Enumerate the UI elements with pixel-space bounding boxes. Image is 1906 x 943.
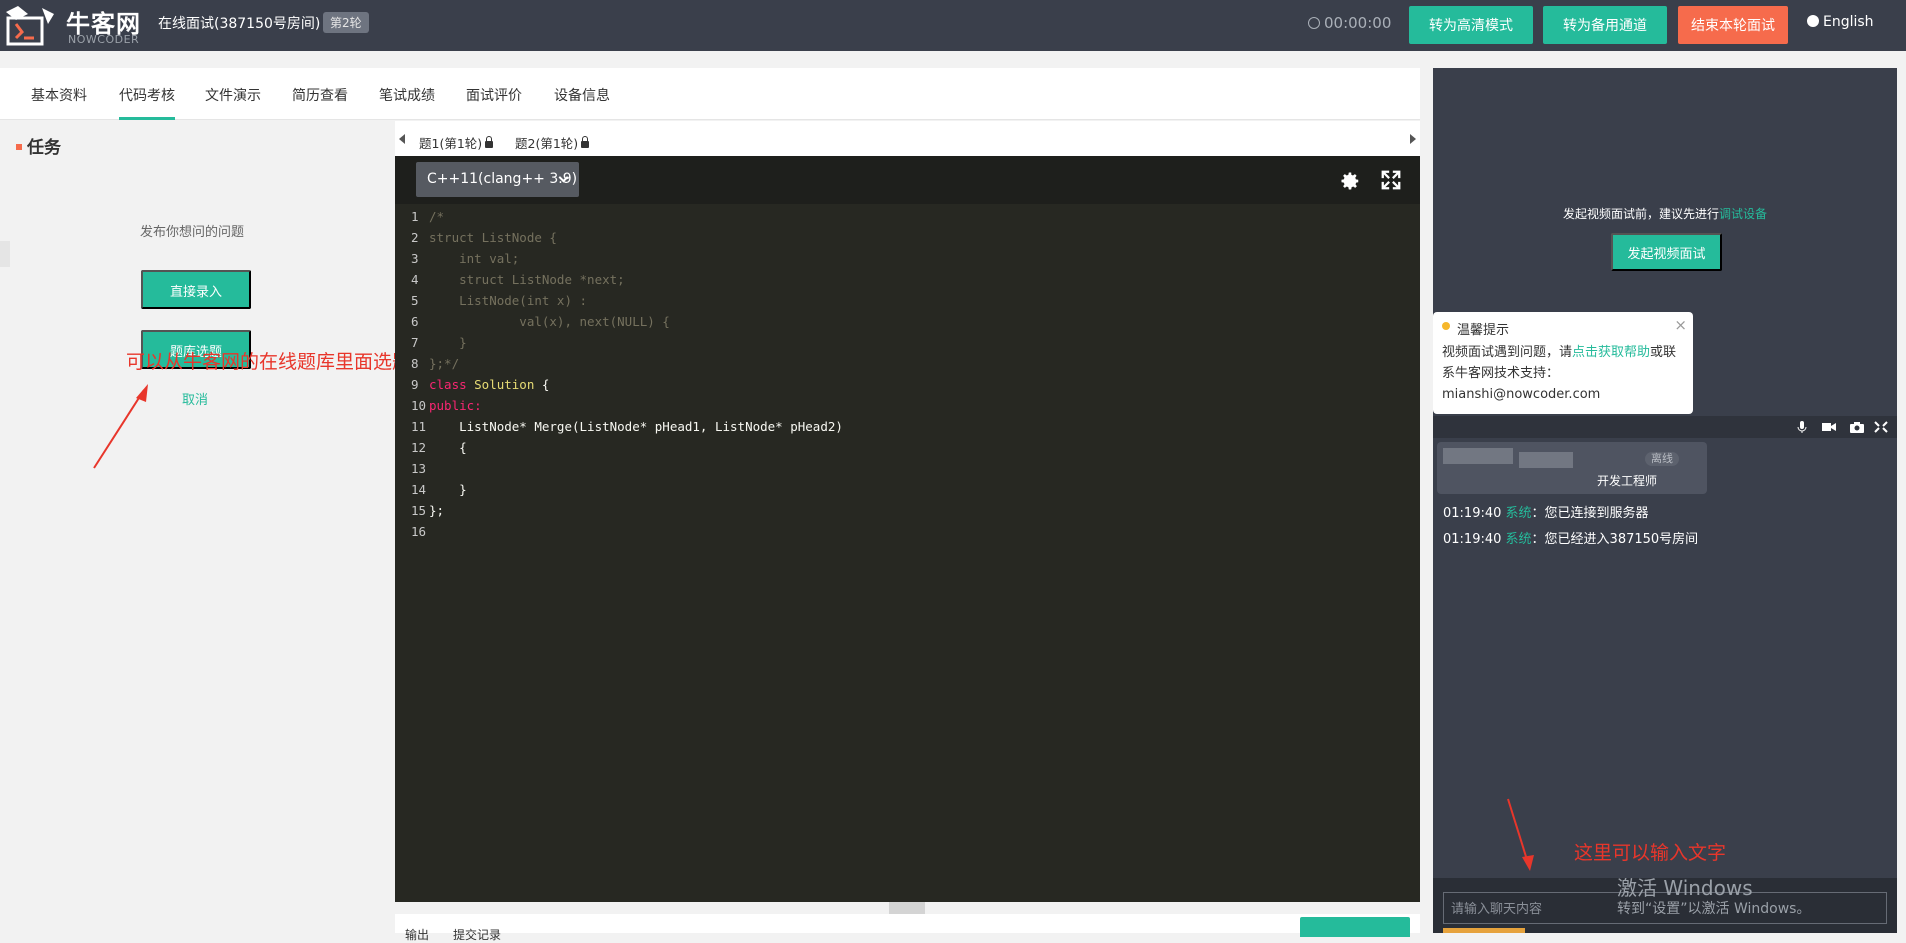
- globe-icon: [1807, 15, 1819, 27]
- language-switch[interactable]: English: [1807, 14, 1874, 30]
- status-badge: 离线: [1645, 452, 1679, 466]
- help-link[interactable]: 点击获取帮助: [1572, 345, 1650, 360]
- annotation-chat-input: 这里可以输入文字: [1574, 842, 1727, 864]
- code-editor[interactable]: 1/* 2 struct ListNode { 3 int val; 4 stru…: [395, 204, 1420, 902]
- chat-message: 01:19:40 系统：您已经进入387150号房间: [1443, 528, 1698, 547]
- interview-timer: 00:00:00: [1308, 14, 1391, 32]
- chat-message: 01:19:40 系统：您已连接到服务器: [1443, 502, 1649, 521]
- panel-collapse-handle[interactable]: [0, 241, 10, 267]
- message-time: 01:19:40: [1443, 506, 1502, 521]
- round-badge: 第2轮: [323, 12, 369, 33]
- bulb-icon: [1442, 322, 1450, 330]
- logo-icon: [6, 6, 54, 46]
- scroll-left-icon[interactable]: [399, 134, 405, 144]
- message-text: ：您已连接到服务器: [1531, 506, 1649, 521]
- message-time: 01:19:40: [1443, 532, 1502, 547]
- bottom-indicator: [1443, 928, 1525, 933]
- video-hint-text: 发起视频面试前，建议先进行: [1563, 207, 1720, 221]
- tab-output[interactable]: 输出: [405, 926, 429, 943]
- room-title: 在线面试(387150号房间): [158, 16, 321, 32]
- gear-icon[interactable]: [1339, 170, 1361, 192]
- task-hint: 发布你想问的问题: [140, 225, 245, 240]
- task-heading: 任务: [16, 133, 61, 158]
- blurred-name: [1519, 452, 1573, 468]
- tip-title: 温馨提示: [1457, 323, 1510, 338]
- submit-run-button[interactable]: [1300, 917, 1410, 937]
- clock-icon: [1308, 17, 1320, 29]
- question-tab-1[interactable]: 题1(第1轮): [419, 133, 494, 152]
- tab-code-review[interactable]: 代码考核: [119, 85, 175, 105]
- main-tabs: 基本资料 代码考核 文件演示 简历查看 笔试成绩 面试评价 设备信息: [0, 68, 1420, 120]
- language-label: English: [1823, 14, 1874, 30]
- nowcoder-logo[interactable]: 牛客网 NOWCODER: [0, 0, 150, 51]
- close-icon[interactable]: ×: [1674, 316, 1687, 334]
- tab-submit-history[interactable]: 提交记录: [453, 926, 501, 943]
- start-video-button[interactable]: 发起视频面试: [1611, 233, 1722, 271]
- fullscreen-icon[interactable]: [1874, 421, 1888, 433]
- video-controls: [1433, 416, 1897, 438]
- question-tab-2[interactable]: 题2(第1轮): [515, 133, 590, 152]
- language-select[interactable]: C++11(clang++ 3.9): [416, 162, 579, 197]
- active-tab-indicator: [119, 117, 175, 120]
- tab-resume[interactable]: 简历查看: [292, 85, 348, 105]
- question-tabs: 题1(第1轮) 题2(第1轮): [395, 121, 1420, 156]
- editor-toolbar: C++11(clang++ 3.9): [395, 156, 1420, 204]
- top-header: 牛客网 NOWCODER 在线面试(387150号房间) 第2轮 00:00:0…: [0, 0, 1906, 51]
- backup-channel-button[interactable]: 转为备用通道: [1543, 6, 1667, 44]
- video-area: 发起视频面试前，建议先进行调试设备 发起视频面试 温馨提示 × 视频面试遇到问题…: [1433, 68, 1897, 416]
- question-tab-label: 题2(第1轮): [515, 136, 579, 151]
- video-hint: 发起视频面试前，建议先进行调试设备: [1563, 205, 1767, 222]
- message-text: ：您已经进入387150号房间: [1531, 532, 1699, 547]
- message-sender: 系统: [1505, 506, 1532, 521]
- participant-card: 离线 开发工程师: [1437, 442, 1707, 494]
- direct-entry-button[interactable]: 直接录入: [141, 270, 251, 309]
- question-tab-label: 题1(第1轮): [419, 136, 483, 151]
- page-scrollbar[interactable]: [1897, 68, 1906, 933]
- lock-icon: [581, 136, 590, 148]
- heading-marker: [16, 144, 22, 150]
- participant-role: 开发工程师: [1597, 474, 1658, 488]
- windows-watermark-title: 激活 Windows: [1617, 876, 1753, 900]
- tip-text: 视频面试遇到问题，请: [1442, 345, 1573, 360]
- tip-body: 视频面试遇到问题，请点击获取帮助或联系牛客网技术支持： mianshi@nowc…: [1442, 342, 1688, 405]
- output-bar: 输出 提交记录: [395, 914, 1420, 942]
- timer-value: 00:00:00: [1324, 14, 1392, 32]
- task-title-text: 任务: [27, 138, 61, 158]
- language-select-value: C++11(clang++ 3.9): [427, 171, 578, 187]
- message-sender: 系统: [1505, 532, 1532, 547]
- video-chat-panel: 发起视频面试前，建议先进行调试设备 发起视频面试 温馨提示 × 视频面试遇到问题…: [1433, 68, 1897, 933]
- lock-icon: [485, 136, 494, 148]
- windows-watermark-sub: 转到“设置”以激活 Windows。: [1617, 901, 1811, 917]
- cancel-link[interactable]: 取消: [182, 389, 208, 408]
- hd-mode-button[interactable]: 转为高清模式: [1409, 6, 1533, 44]
- tip-popup: 温馨提示 × 视频面试遇到问题，请点击获取帮助或联系牛客网技术支持： mians…: [1433, 312, 1693, 414]
- snapshot-icon[interactable]: [1850, 421, 1864, 433]
- output-expand-handle[interactable]: [889, 902, 925, 914]
- logo-text-en: NOWCODER: [68, 33, 140, 46]
- tab-basic-info[interactable]: 基本资料: [31, 85, 87, 105]
- tab-evaluation[interactable]: 面试评价: [466, 85, 522, 105]
- tab-device-info[interactable]: 设备信息: [554, 85, 610, 105]
- support-email: mianshi@nowcoder.com: [1442, 387, 1601, 402]
- task-panel: 任务 发布你想问的问题 直接录入 题库选题 取消: [0, 121, 395, 933]
- tab-file-demo[interactable]: 文件演示: [205, 85, 261, 105]
- annotation-question-bank: 可以从牛客网的在线题库里面选题: [126, 351, 412, 373]
- camera-icon[interactable]: [1822, 421, 1836, 433]
- device-test-link[interactable]: 调试设备: [1719, 207, 1767, 221]
- tab-written-test[interactable]: 笔试成绩: [379, 85, 435, 105]
- blurred-avatar: [1443, 448, 1513, 464]
- fullscreen-icon[interactable]: [1380, 169, 1402, 191]
- end-interview-button[interactable]: 结束本轮面试: [1678, 6, 1788, 44]
- scroll-right-icon[interactable]: [1410, 134, 1416, 144]
- microphone-icon[interactable]: [1795, 421, 1809, 433]
